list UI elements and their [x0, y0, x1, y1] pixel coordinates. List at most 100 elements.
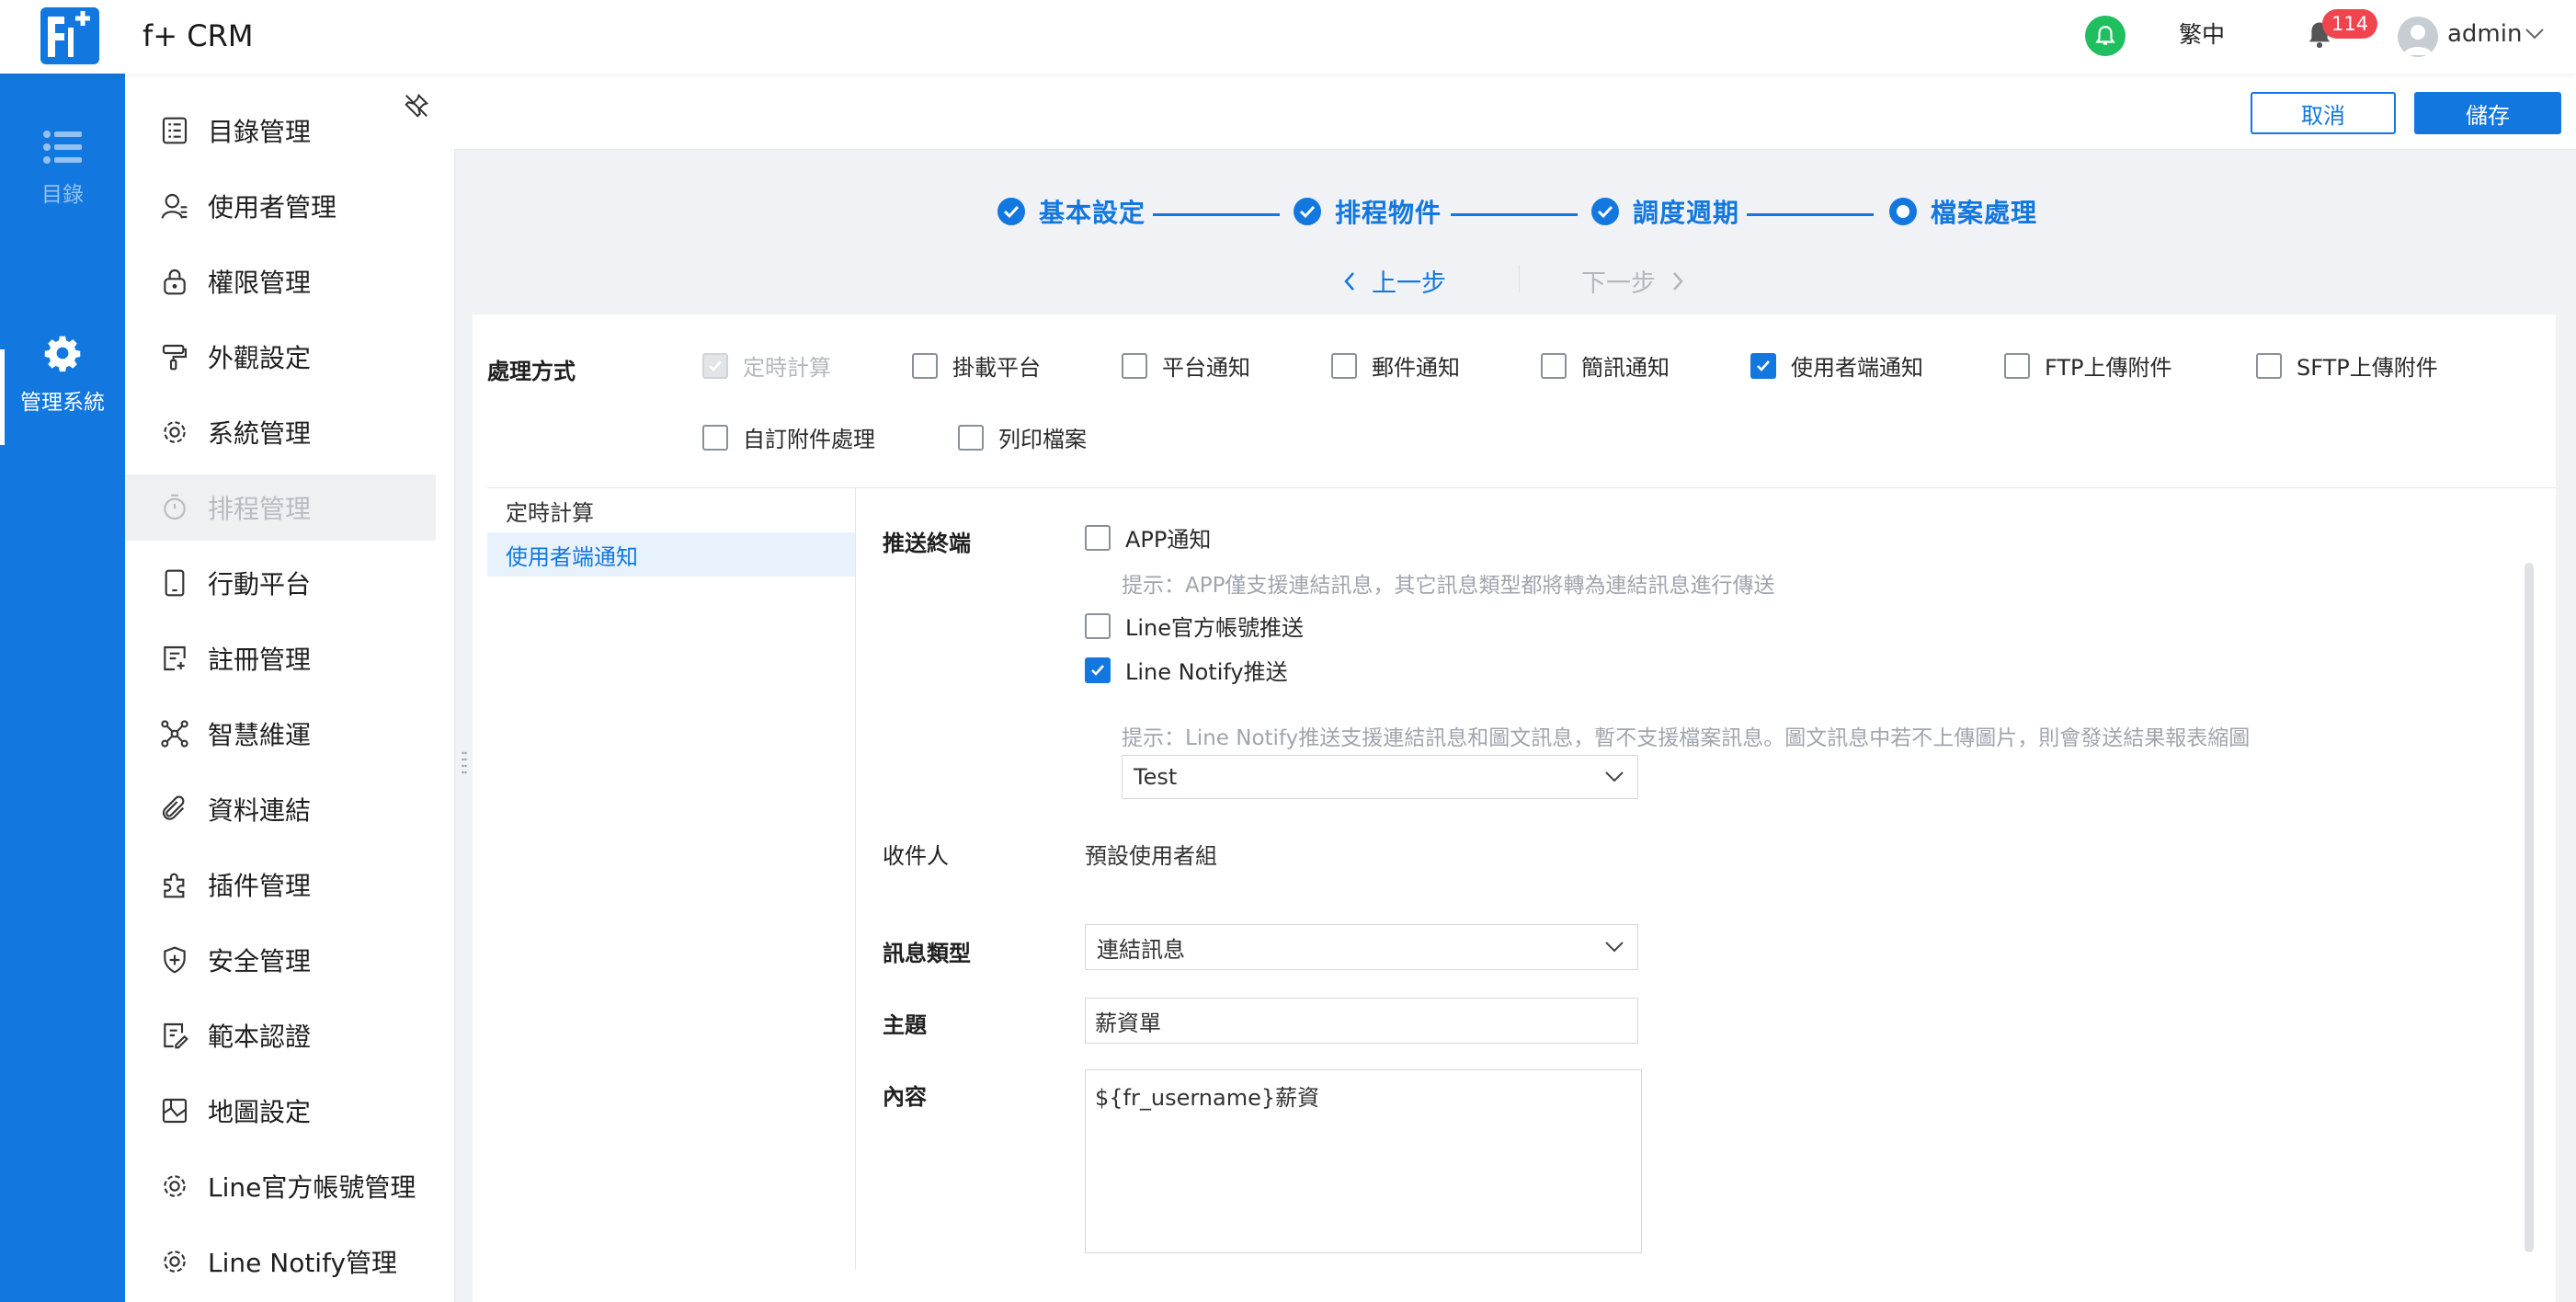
- menu-item-label: 地圖設定: [208, 1097, 312, 1127]
- language-switch[interactable]: 繁中: [2179, 17, 2225, 50]
- lock-icon: [164, 269, 186, 295]
- prev-step-button[interactable]: 上一步: [1342, 263, 1446, 299]
- online-status-bell-icon[interactable]: [2085, 16, 2126, 56]
- resize-handle-icon[interactable]: [462, 750, 467, 778]
- menu-item-label: 資料連結: [208, 795, 312, 826]
- option-label: 郵件通知: [1372, 355, 1460, 381]
- avatar[interactable]: [2398, 17, 2438, 57]
- option-label: Line官方帳號推送: [1125, 615, 1305, 641]
- menu-item-template-cert[interactable]: 範本認證: [125, 1002, 436, 1068]
- current-step-icon: [1889, 198, 1917, 225]
- action-bar: 取消 儲存: [454, 74, 2576, 150]
- menu-item-directory[interactable]: 目錄管理: [125, 97, 436, 164]
- puzzle-icon: [164, 873, 185, 898]
- next-step-button[interactable]: 下一步: [1581, 263, 1685, 299]
- option-platform-notify[interactable]: 平台通知: [1122, 349, 1250, 382]
- subnav-item-client-notify[interactable]: 使用者端通知: [487, 532, 855, 577]
- menu-item-label: 目錄管理: [208, 117, 312, 147]
- option-timed-calc: 定時計算: [702, 349, 831, 382]
- checkbox[interactable]: [1541, 352, 1567, 379]
- checkbox[interactable]: [2256, 352, 2282, 379]
- file-processing-panel: 處理方式 定時計算 掛載平台 平台通知 郵件通知 簡訊通知 使用者端通知 FTP…: [473, 314, 2556, 1302]
- checkbox[interactable]: [1085, 612, 1111, 639]
- main-content: 取消 儲存 基本設定 排程物件 調度週期 檔案處理 上一步 下一步 處理方式 定…: [454, 74, 2576, 1302]
- menu-item-users[interactable]: 使用者管理: [125, 173, 436, 239]
- menu-item-schedule[interactable]: 排程管理: [125, 474, 436, 541]
- option-email-notify[interactable]: 郵件通知: [1331, 349, 1460, 382]
- option-sms-notify[interactable]: 簡訊通知: [1541, 349, 1670, 382]
- push-app-option[interactable]: APP通知: [1085, 521, 1211, 554]
- option-print-file[interactable]: 列印檔案: [958, 421, 1087, 453]
- menu-item-security[interactable]: 安全管理: [125, 927, 436, 993]
- push-line-notify-option[interactable]: Line Notify推送: [1085, 654, 1288, 686]
- checkbox[interactable]: [1331, 352, 1357, 379]
- step-cycle[interactable]: 調度週期: [1590, 193, 1739, 230]
- cancel-button[interactable]: 取消: [2251, 92, 2396, 134]
- checkbox[interactable]: [702, 424, 728, 451]
- option-label: 簡訊通知: [1581, 355, 1670, 381]
- prev-step-label: 上一步: [1372, 269, 1446, 298]
- menu-item-system[interactable]: 系統管理: [125, 399, 436, 465]
- line-notify-hint: 提示：Line Notify推送支援連結訊息和圖文訊息，暫不支援檔案訊息。圖文訊…: [1122, 726, 2251, 750]
- chevron-down-icon: [1605, 942, 1624, 953]
- option-client-notify[interactable]: 使用者端通知: [1750, 349, 1923, 382]
- checkbox[interactable]: [1085, 524, 1111, 551]
- step-label: 檔案處理: [1931, 198, 2038, 228]
- menu-item-plugins[interactable]: 插件管理: [125, 851, 436, 918]
- menu-item-permissions[interactable]: 權限管理: [125, 248, 436, 314]
- line-notify-account-select[interactable]: Test: [1122, 755, 1638, 799]
- network-icon: [161, 720, 188, 748]
- menu-item-line-notify[interactable]: Line Notify管理: [125, 1228, 436, 1295]
- checkbox[interactable]: [1085, 657, 1111, 683]
- option-ftp-upload[interactable]: FTP上傳附件: [2004, 349, 2172, 382]
- option-label: 列印檔案: [998, 427, 1087, 452]
- chevron-down-icon[interactable]: [2525, 28, 2545, 40]
- menu-item-map[interactable]: 地圖設定: [125, 1078, 436, 1144]
- user-name[interactable]: admin: [2447, 20, 2522, 48]
- push-line-official-option[interactable]: Line官方帳號推送: [1085, 610, 1304, 642]
- step-file-processing[interactable]: 檔案處理: [1888, 193, 2037, 230]
- save-button[interactable]: 儲存: [2414, 92, 2561, 134]
- checkbox[interactable]: [1750, 352, 1776, 379]
- checkbox[interactable]: [958, 424, 984, 451]
- menu-item-mobile[interactable]: 行動平台: [125, 550, 436, 616]
- side-menu: 目錄管理 使用者管理 權限管理 外觀設定 系統管理 排程管理 行動平台 註冊管理…: [125, 74, 455, 1302]
- menu-item-line-official[interactable]: Line官方帳號管理: [125, 1153, 436, 1219]
- menu-item-label: 外觀設定: [208, 343, 312, 373]
- checkbox[interactable]: [2004, 352, 2030, 379]
- chevron-left-icon: [1344, 271, 1354, 291]
- menu-item-label: 插件管理: [208, 871, 312, 901]
- top-bar: f+ CRM 繁中 114 admin: [0, 0, 2576, 74]
- step-label: 排程物件: [1335, 198, 1442, 228]
- rail-item-admin[interactable]: 管理系統: [0, 333, 125, 416]
- menu-item-registration[interactable]: 註冊管理: [125, 625, 436, 691]
- subject-input[interactable]: 薪資單: [1085, 998, 1638, 1044]
- option-mount-platform[interactable]: 掛載平台: [912, 349, 1041, 382]
- subnav-item-timed-calc[interactable]: 定時計算: [487, 488, 855, 532]
- user-icon: [161, 193, 188, 219]
- checkbox[interactable]: [1122, 352, 1147, 379]
- vertical-scrollbar[interactable]: [2525, 563, 2534, 1252]
- rail-label: 目錄: [41, 183, 84, 207]
- menu-item-label: 行動平台: [208, 569, 312, 600]
- content-label: 內容: [883, 1084, 927, 1110]
- checkbox: [702, 352, 728, 379]
- menu-item-data-link[interactable]: 資料連結: [125, 776, 436, 842]
- rail-item-directory[interactable]: 目錄: [0, 129, 125, 208]
- checkbox[interactable]: [912, 352, 938, 379]
- menu-item-ops[interactable]: 智慧維運: [125, 701, 436, 767]
- menu-item-appearance[interactable]: 外觀設定: [125, 324, 436, 390]
- menu-item-label: 智慧維運: [208, 720, 312, 750]
- step-objects[interactable]: 排程物件: [1293, 193, 1442, 230]
- option-sftp-upload[interactable]: SFTP上傳附件: [2256, 349, 2438, 382]
- option-label: Line Notify推送: [1125, 659, 1288, 685]
- gear-icon: [164, 421, 186, 443]
- option-custom-attachment[interactable]: 自訂附件處理: [702, 421, 875, 453]
- content-textarea[interactable]: ${fr_username}薪資: [1085, 1069, 1642, 1253]
- step-basic[interactable]: 基本設定: [997, 193, 1146, 230]
- notification-count-badge: 114: [2322, 9, 2378, 39]
- menu-item-label: 註冊管理: [208, 645, 312, 675]
- message-type-select[interactable]: 連結訊息: [1085, 924, 1638, 970]
- input-value: 薪資單: [1095, 1010, 1161, 1036]
- menu-item-label: Line官方帳號管理: [208, 1172, 416, 1203]
